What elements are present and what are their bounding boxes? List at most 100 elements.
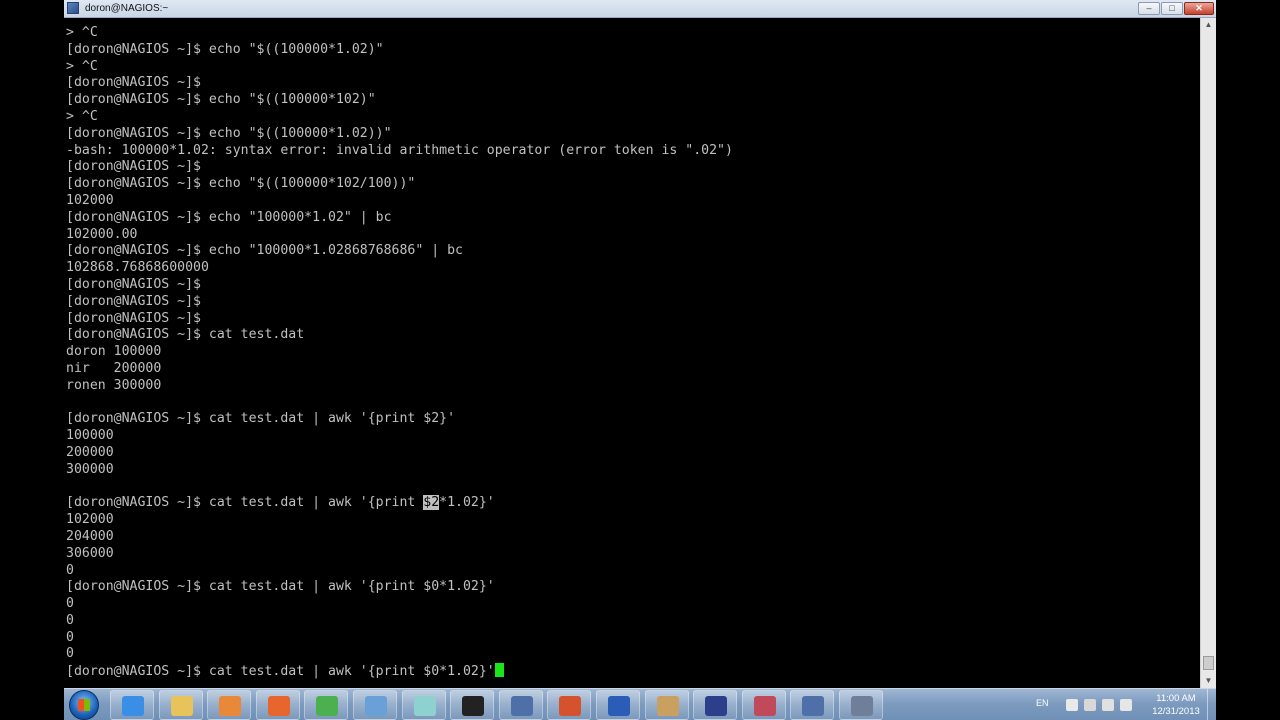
terminal-line: [doron@NAGIOS ~]$ echo "100000*1.02" | b… [66, 209, 392, 225]
terminal-area[interactable]: > ^C [doron@NAGIOS ~]$ echo "$((100000*1.… [64, 18, 1199, 686]
terminal-line: [doron@NAGIOS ~]$ [66, 276, 201, 292]
terminal-line: [doron@NAGIOS ~]$ echo "$((100000*102)" [66, 92, 376, 108]
terminal-line-selection: [doron@NAGIOS ~]$ cat test.dat | awk '{p… [66, 495, 733, 512]
letterbox-left [0, 0, 64, 720]
terminal-line: [doron@NAGIOS ~]$ echo "$((100000*1.02)" [66, 41, 384, 57]
terminal-line: doron 100000 [66, 344, 162, 360]
chrome-icon [316, 696, 339, 716]
putty-icon[interactable] [67, 2, 79, 14]
putty-icon [510, 696, 533, 716]
language-indicator[interactable]: EN [1036, 698, 1049, 708]
taskbar: EN 11:00 AM 12/31/2013 [64, 688, 1216, 720]
terminal-line: 0 [66, 629, 74, 645]
close-button[interactable]: ✕ [1184, 2, 1214, 15]
terminal-output: > ^C [doron@NAGIOS ~]$ echo "$((100000*1.… [66, 25, 733, 680]
notifications-icon[interactable] [1066, 699, 1078, 711]
terminal-line: 100000 [66, 428, 114, 444]
start-button[interactable] [69, 690, 99, 720]
taskbar-powerpoint-button[interactable] [547, 690, 592, 720]
clock-time: 11:00 AM [1156, 693, 1196, 704]
action-center-icon[interactable] [1084, 699, 1096, 711]
volume-icon[interactable] [1120, 699, 1132, 711]
media-player-icon [219, 696, 242, 716]
taskbar-command-prompt-button[interactable] [450, 690, 495, 720]
terminal-line: nir 200000 [66, 360, 162, 376]
terminal-line: 0 [66, 596, 74, 612]
line-text: [doron@NAGIOS ~]$ cat test.dat | awk '{p… [66, 495, 424, 511]
scroll-thumb[interactable] [1203, 656, 1214, 670]
vertical-scrollbar[interactable]: ▲ ▼ [1200, 18, 1216, 688]
taskbar-word-button[interactable] [596, 690, 640, 720]
terminal-line: 102000 [66, 512, 114, 528]
terminal-line: [doron@NAGIOS ~]$ echo "100000*1.0286876… [66, 243, 463, 259]
terminal-line: 0 [66, 646, 74, 662]
terminal-line: [doron@NAGIOS ~]$ [66, 293, 201, 309]
taskbar-virtualbox-button[interactable] [839, 690, 883, 720]
terminal-line: > ^C [66, 108, 98, 124]
putty-icon-2 [802, 696, 825, 716]
word-icon [608, 696, 630, 716]
taskbar-notepad-button[interactable] [401, 690, 446, 720]
taskbar-file-explorer-button[interactable] [158, 690, 203, 720]
scroll-down-arrow-icon[interactable]: ▼ [1201, 674, 1216, 688]
maximize-button[interactable]: □ [1161, 2, 1183, 15]
line-text: *1.02}' [439, 495, 495, 511]
terminal-line: > ^C [66, 25, 98, 40]
taskbar-lync-button[interactable] [353, 690, 397, 720]
terminal-line: ronen 300000 [66, 377, 162, 393]
taskbar-internet-explorer-button[interactable] [110, 690, 154, 720]
taskbar-putty-2-button[interactable] [790, 690, 835, 720]
terminal-line: 204000 [66, 528, 114, 544]
minimize-button[interactable]: – [1138, 2, 1160, 15]
clock-date: 12/31/2013 [1152, 706, 1200, 717]
terminal-line: > ^C [66, 58, 98, 74]
terminal-line: 102000 [66, 192, 114, 208]
scroll-up-arrow-icon[interactable]: ▲ [1201, 18, 1216, 32]
title-bar[interactable]: doron@NAGIOS:~ – □ ✕ [64, 0, 1216, 18]
terminal-input-line: [doron@NAGIOS ~]$ cat test.dat | awk '{p… [66, 663, 733, 680]
internet-explorer-icon [122, 696, 144, 716]
taskbar-paint-button[interactable] [644, 690, 689, 720]
terminal-line: [doron@NAGIOS ~]$ cat test.dat [66, 327, 305, 343]
paint-icon [656, 696, 679, 716]
terminal-line: [doron@NAGIOS ~]$ echo "$((100000*1.02))… [66, 125, 392, 141]
taskbar-firefox-button[interactable] [255, 690, 300, 720]
terminal-line: 0 [66, 612, 74, 628]
save-icon [705, 696, 728, 716]
putty-window: doron@NAGIOS:~ – □ ✕ > ^C [doron@NAGIOS ~… [64, 0, 1216, 688]
taskbar-balls-button[interactable] [741, 690, 786, 720]
taskbar-media-player-button[interactable] [207, 690, 252, 720]
file-explorer-icon [170, 696, 193, 716]
terminal-line: 102868.76868600000 [66, 260, 209, 276]
terminal-line: [doron@NAGIOS ~]$ [66, 310, 201, 326]
taskbar-putty-button[interactable] [498, 690, 543, 720]
current-input[interactable]: [doron@NAGIOS ~]$ cat test.dat | awk '{p… [66, 664, 495, 679]
terminal-line: [doron@NAGIOS ~]$ [66, 159, 201, 175]
terminal-line: [doron@NAGIOS ~]$ [66, 75, 201, 91]
taskbar-save-button[interactable] [693, 690, 738, 720]
balls-icon [753, 696, 776, 716]
terminal-line: -bash: 100000*1.02: syntax error: invali… [66, 142, 733, 158]
terminal-line: [doron@NAGIOS ~]$ cat test.dat | awk '{p… [66, 411, 456, 427]
terminal-line: 200000 [66, 444, 114, 460]
virtualbox-icon [851, 696, 873, 716]
taskbar-chrome-button[interactable] [304, 690, 349, 720]
terminal-line: 300000 [66, 461, 114, 477]
notepad-icon [413, 696, 436, 716]
powerpoint-icon [559, 696, 582, 716]
terminal-line: [doron@NAGIOS ~]$ cat test.dat | awk '{p… [66, 579, 495, 595]
firefox-icon [267, 696, 290, 716]
network-icon[interactable] [1102, 699, 1114, 711]
window-title: doron@NAGIOS:~ [85, 3, 169, 14]
selected-text[interactable]: $2 [423, 495, 440, 511]
terminal-line: [doron@NAGIOS ~]$ echo "$((100000*102/10… [66, 176, 416, 192]
show-desktop-button[interactable] [1207, 689, 1216, 720]
system-tray: EN 11:00 AM 12/31/2013 [1026, 689, 1216, 720]
letterbox-right [1216, 0, 1280, 720]
clock[interactable]: 11:00 AM 12/31/2013 [1146, 692, 1206, 718]
lync-icon [365, 696, 387, 716]
terminal-line: 102000.00 [66, 226, 138, 242]
text-cursor [494, 663, 504, 678]
